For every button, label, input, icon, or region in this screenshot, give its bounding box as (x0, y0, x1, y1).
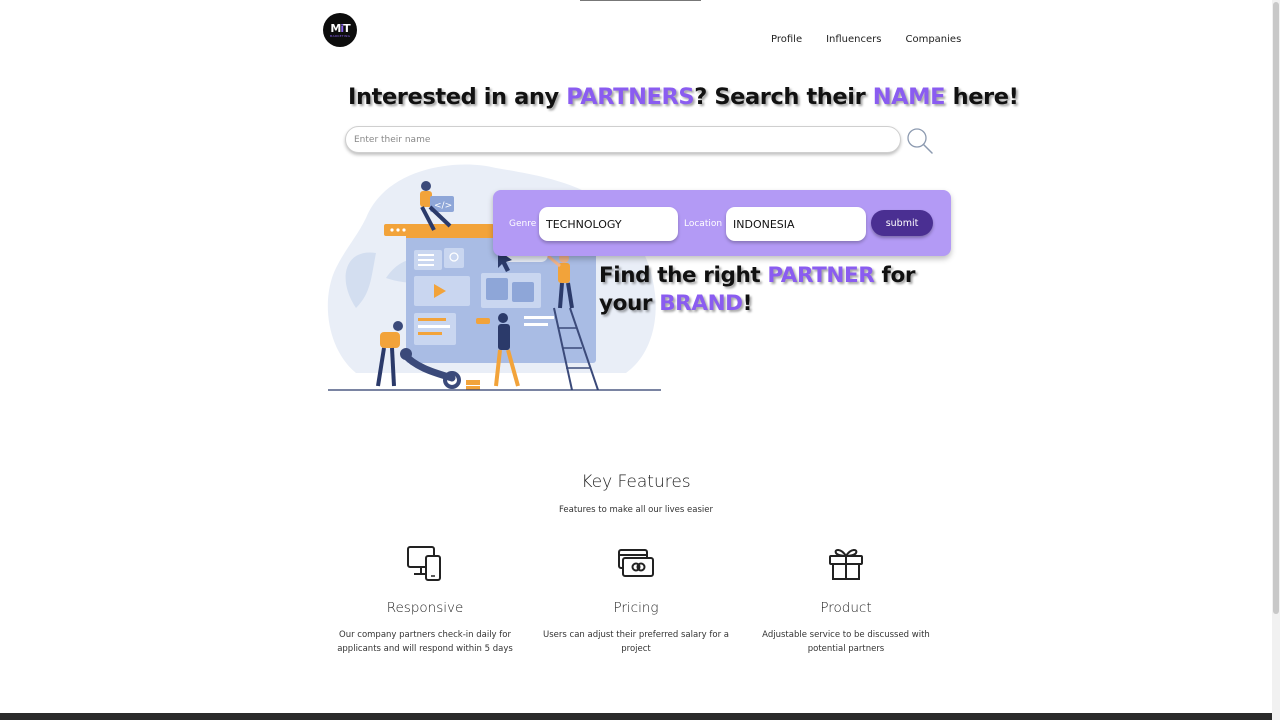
feature-title: Pricing (613, 600, 659, 616)
tagline-accent-brand: BRAND (659, 291, 743, 316)
devices-icon (407, 546, 441, 581)
logo-mark: MiT (330, 21, 350, 35)
pricing-icon (618, 549, 654, 577)
features-title: Key Features (581, 472, 691, 492)
feature-card-responsive: Responsive Our company partners check-in… (325, 544, 525, 656)
name-search-input[interactable] (345, 126, 901, 153)
gift-icon (829, 549, 863, 580)
feature-title: Responsive (386, 600, 464, 616)
feature-description: Users can adjust their preferred salary … (543, 630, 729, 654)
brand-logo[interactable]: MiT MARKETING (323, 13, 357, 47)
submit-button[interactable]: submit (871, 210, 933, 236)
hero-title-part: ? Search their (694, 84, 873, 110)
hero-title: Interested in any PARTNERS? Search their… (348, 84, 1019, 110)
feature-title: Product (820, 600, 872, 616)
genre-input[interactable] (539, 207, 678, 241)
location-label: Location (684, 219, 723, 229)
top-divider (580, 0, 701, 1)
nav-companies[interactable]: Companies (905, 33, 961, 47)
page-scrollbar[interactable] (1272, 0, 1280, 720)
logo-subtitle: MARKETING (329, 33, 351, 38)
footer-bar (0, 713, 1272, 720)
genre-label: Genre (509, 219, 537, 229)
main-nav: Profile Influencers Companies (771, 33, 961, 47)
nav-influencers[interactable]: Influencers (826, 33, 881, 47)
hero-title-accent-partners: PARTNERS (566, 84, 695, 110)
tagline: Find the right PARTNER for your BRAND! (599, 262, 949, 318)
location-input[interactable] (726, 207, 866, 241)
svg-text:</>: </> (434, 201, 452, 211)
tagline-part: ! (742, 291, 753, 316)
features-subtitle: Features to make all our lives easier (558, 505, 713, 515)
hero-title-part: here! (945, 84, 1019, 110)
page: MiT MARKETING Profile Influencers Compan… (0, 0, 1272, 720)
hero-title-part: Interested in any (348, 84, 567, 110)
hero-title-accent-name: NAME (872, 84, 946, 110)
search-icon[interactable] (905, 126, 933, 154)
tagline-part: Find the right (599, 263, 768, 288)
nav-profile[interactable]: Profile (771, 33, 802, 47)
feature-description: Our company partners check-in daily for … (337, 630, 513, 654)
feature-card-product: Product Adjustable service to be discuss… (746, 544, 946, 656)
tagline-accent-partner: PARTNER (767, 263, 875, 288)
scrollbar-thumb[interactable] (1273, 2, 1279, 614)
filter-panel: Genre Location submit (493, 190, 951, 256)
feature-description: Adjustable service to be discussed with … (762, 630, 930, 654)
feature-card-pricing: Pricing Users can adjust their preferred… (536, 544, 736, 656)
